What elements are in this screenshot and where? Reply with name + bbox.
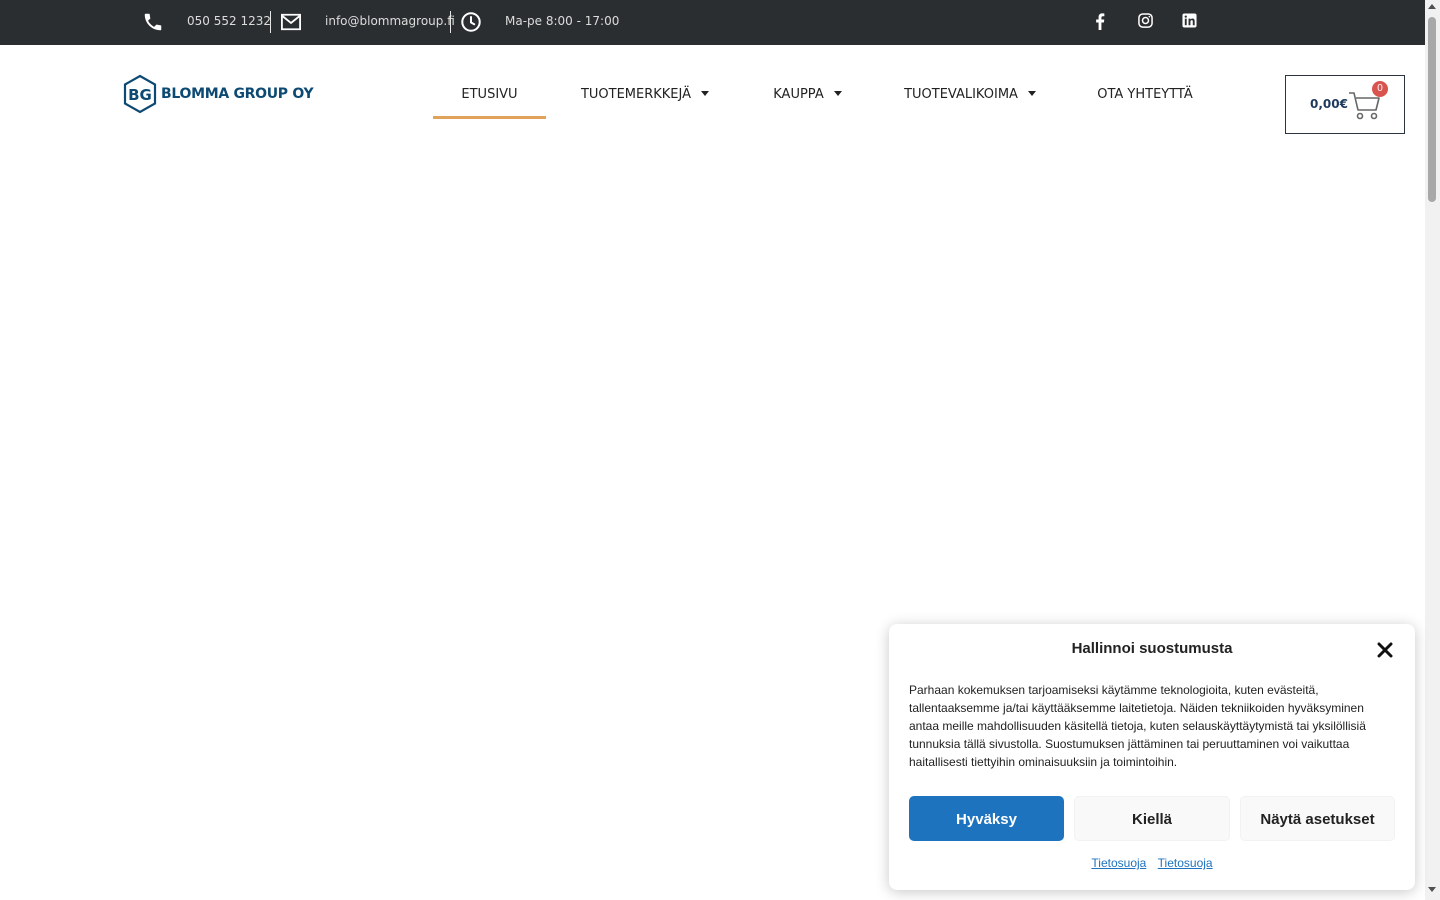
nav-item-tuotevalikoima[interactable]: TUOTEVALIKOIMA [890, 75, 1050, 120]
cookie-message: Parhaan kokemuksen tarjoamiseksi käytämm… [909, 683, 1366, 769]
cookie-title: Hallinnoi suostumusta [1071, 640, 1233, 657]
caret-down-icon [701, 91, 710, 96]
nav-label: TUOTEMERKKEJÄ [580, 87, 692, 102]
cart-button[interactable]: 0,00€ 0 [1285, 75, 1405, 134]
caret-down-icon [1027, 91, 1036, 96]
cart-count-badge: 0 [1372, 81, 1388, 97]
nav-label: ETUSIVU [461, 87, 518, 102]
nav-item-etusivu[interactable]: ETUSIVU [433, 75, 546, 120]
page: 050 552 1232 info@blommagroup.fi Ma-pe 8… [0, 0, 1440, 900]
linkedin-icon[interactable] [1182, 13, 1197, 28]
privacy-link[interactable]: Tietosuoja [1091, 856, 1146, 870]
caret-down-icon [833, 91, 842, 96]
facebook-icon[interactable] [1094, 13, 1106, 30]
cookie-consent-dialog: Hallinnoi suostumusta Parhaan kokemuksen… [889, 624, 1415, 890]
scroll-thumb[interactable] [1428, 17, 1436, 202]
deny-button[interactable]: Kiellä [1074, 796, 1230, 841]
logo-hexagon-icon: BG [123, 74, 157, 114]
scroll-up-icon[interactable] [1428, 4, 1436, 9]
logo-mark: BG [128, 86, 152, 104]
divider [270, 11, 271, 33]
cart-total: 0,00€ [1310, 97, 1348, 111]
cookie-links: Tietosuoja Tietosuoja [889, 856, 1415, 870]
instagram-icon[interactable] [1138, 13, 1153, 28]
phone-icon [142, 11, 164, 33]
nav-item-kauppa[interactable]: KAUPPA [760, 75, 855, 120]
email-link[interactable]: info@blommagroup.fi [325, 0, 455, 45]
nav-active-indicator [433, 116, 546, 119]
nav-label: KAUPPA [773, 87, 824, 102]
nav-item-tuotemerkkeja[interactable]: TUOTEMERKKEJÄ [565, 75, 725, 120]
privacy-link[interactable]: Tietosuoja [1158, 856, 1213, 870]
divider [450, 11, 451, 33]
opening-hours: Ma-pe 8:00 - 17:00 [505, 14, 620, 28]
logo[interactable]: BG BLOMMA GROUP OY [122, 74, 314, 114]
view-preferences-button[interactable]: Näytä asetukset [1240, 796, 1395, 841]
accept-button[interactable]: Hyväksy [909, 796, 1064, 841]
phone-link[interactable]: 050 552 1232 [187, 0, 271, 45]
clock-icon [460, 11, 482, 33]
envelope-icon [280, 12, 302, 32]
nav-label: OTA YHTEYTTÄ [1097, 87, 1193, 102]
scroll-down-icon[interactable] [1428, 887, 1436, 892]
nav-label: TUOTEVALIKOIMA [904, 87, 1018, 102]
scrollbar[interactable] [1425, 0, 1440, 900]
topbar: 050 552 1232 info@blommagroup.fi Ma-pe 8… [0, 0, 1425, 45]
logo-text: BLOMMA GROUP OY [161, 86, 314, 102]
close-icon[interactable] [1377, 642, 1393, 658]
nav-item-ota-yhteytta[interactable]: OTA YHTEYTTÄ [1085, 75, 1205, 120]
